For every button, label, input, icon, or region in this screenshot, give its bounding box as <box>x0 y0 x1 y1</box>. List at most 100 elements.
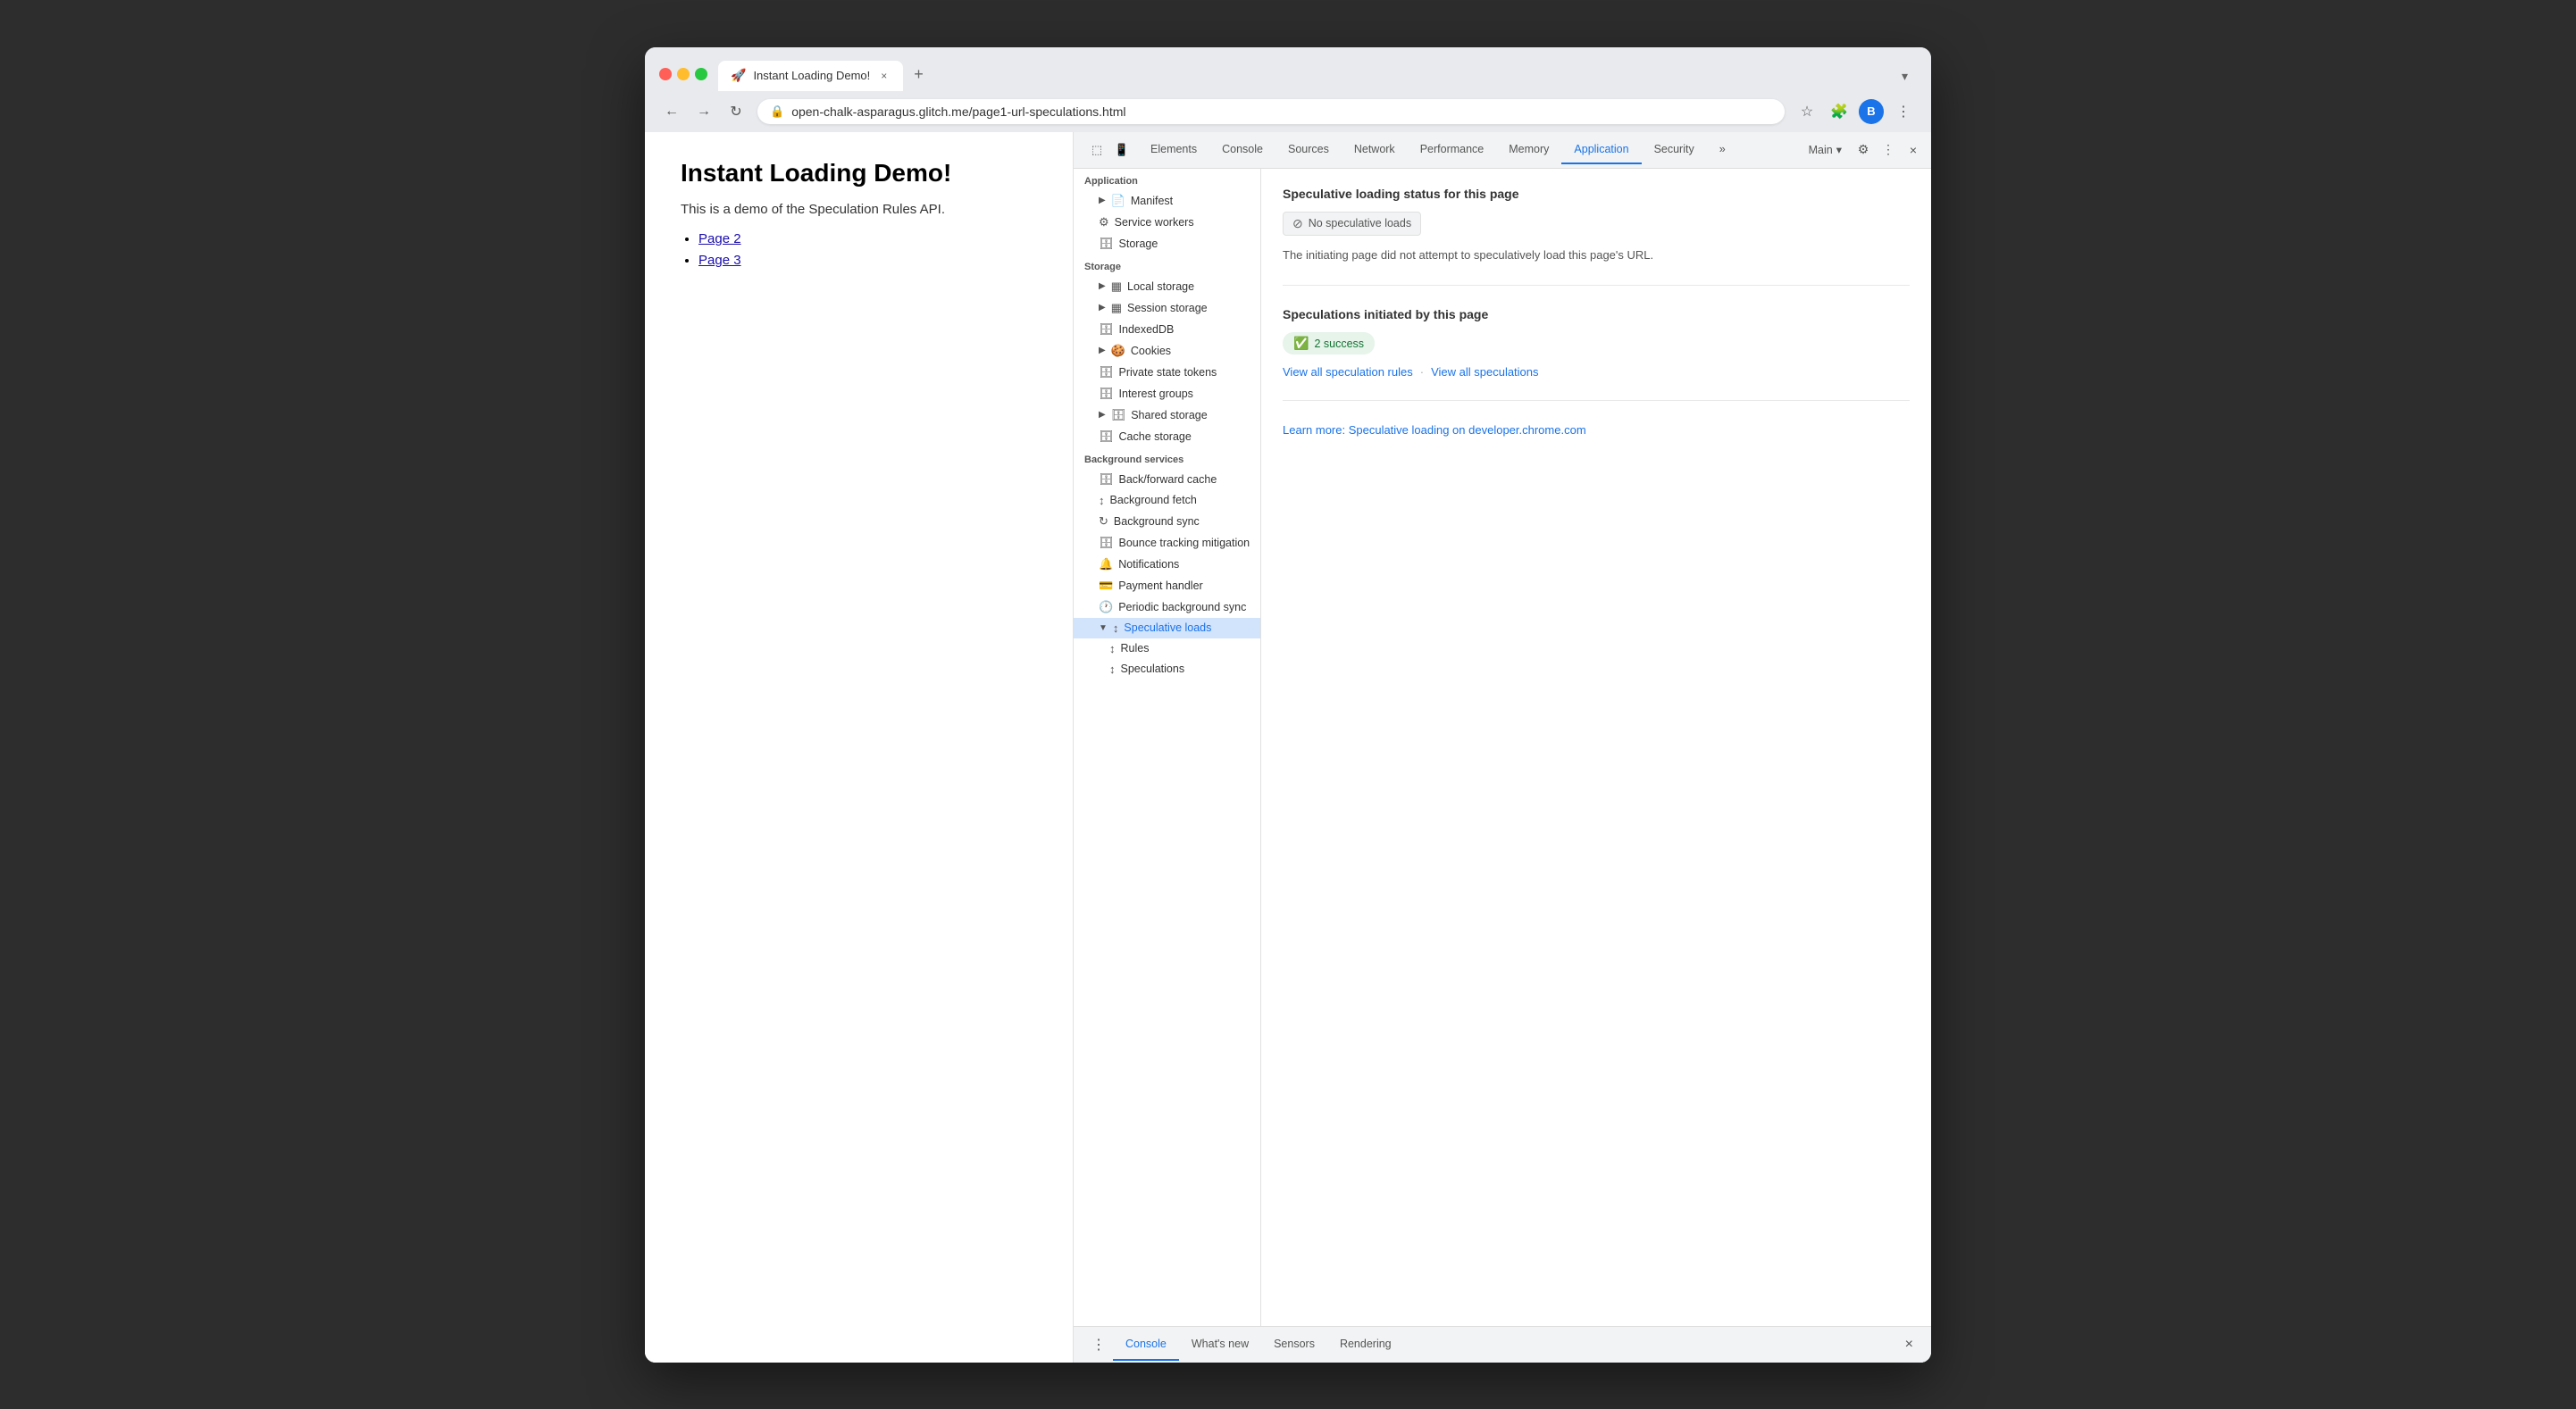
view-all-speculations-link[interactable]: View all speculations <box>1431 365 1538 379</box>
tab-security[interactable]: Security <box>1642 136 1707 164</box>
expand-icon: ▶ <box>1099 410 1106 420</box>
sidebar-section-background: Background services <box>1074 447 1260 469</box>
extensions-icon[interactable]: 🧩 <box>1826 98 1853 125</box>
tab-network[interactable]: Network <box>1342 136 1408 164</box>
page2-link[interactable]: Page 2 <box>698 231 741 246</box>
lock-icon: 🔒 <box>770 104 784 119</box>
shared-storage-icon: 🗄 <box>1111 408 1126 422</box>
settings-icon[interactable]: ⚙ <box>1853 139 1874 161</box>
new-tab-button[interactable]: + <box>905 58 933 91</box>
list-item: Page 3 <box>698 253 1037 269</box>
local-storage-icon: ▦ <box>1111 279 1122 294</box>
tab-title: Instant Loading Demo! <box>753 69 870 82</box>
page3-link[interactable]: Page 3 <box>698 253 741 268</box>
storage-icon: 🗄 <box>1099 237 1114 251</box>
sidebar-item-cookies[interactable]: ▶ 🍪 Cookies <box>1074 340 1260 362</box>
webpage-links-list: Page 2 Page 3 <box>681 231 1037 269</box>
sidebar-item-back-forward-cache[interactable]: 🗄 Back/forward cache <box>1074 469 1260 490</box>
traffic-light-green[interactable] <box>695 68 707 80</box>
sidebar-item-label: Cache storage <box>1119 430 1192 443</box>
toolbar-icons: ☆ 🧩 B ⋮ <box>1794 98 1917 125</box>
bottom-tab-whats-new[interactable]: What's new <box>1179 1329 1261 1361</box>
sidebar-item-speculative-loads[interactable]: ▼ ↕ Speculative loads <box>1074 618 1260 638</box>
traffic-light-red[interactable] <box>659 68 672 80</box>
back-button[interactable]: ← <box>659 99 684 124</box>
sidebar-item-label: Background fetch <box>1110 494 1197 506</box>
sidebar-item-interest-groups[interactable]: 🗄 Interest groups <box>1074 383 1260 404</box>
devtools-tabs-end: Main ▾ ⚙ ⋮ × <box>1802 139 1924 161</box>
inspect-element-icon[interactable]: ⬚ <box>1086 139 1108 161</box>
title-bar: 🚀 Instant Loading Demo! × + ▾ <box>645 47 1931 91</box>
speculations-icon: ↕ <box>1109 663 1116 676</box>
devtools-tab-icons: ⬚ 📱 <box>1081 132 1138 168</box>
sidebar-item-label: Speculations <box>1121 663 1185 675</box>
tab-performance[interactable]: Performance <box>1408 136 1497 164</box>
sidebar-item-shared-storage[interactable]: ▶ 🗄 Shared storage <box>1074 404 1260 426</box>
bookmark-icon[interactable]: ☆ <box>1794 98 1820 125</box>
list-item: Page 2 <box>698 231 1037 247</box>
sidebar-item-periodic-background-sync[interactable]: 🕐 Periodic background sync <box>1074 596 1260 618</box>
session-storage-icon: ▦ <box>1111 301 1122 315</box>
close-devtools-button[interactable]: × <box>1903 139 1924 161</box>
bottom-bar: ⋮ Console What's new Sensors Rendering × <box>1074 1326 1931 1363</box>
notifications-icon: 🔔 <box>1099 557 1113 571</box>
tab-elements[interactable]: Elements <box>1138 136 1209 164</box>
tab-dropdown-button[interactable]: ▾ <box>1893 62 1917 91</box>
sidebar-item-private-state-tokens[interactable]: 🗄 Private state tokens <box>1074 362 1260 383</box>
tab-favicon-icon: 🚀 <box>731 68 746 83</box>
close-bottom-bar-button[interactable]: × <box>1898 1330 1920 1360</box>
sidebar-item-label: Shared storage <box>1131 409 1207 421</box>
sidebar-item-storage[interactable]: 🗄 Storage <box>1074 233 1260 254</box>
main-context-selector[interactable]: Main ▾ <box>1802 139 1849 160</box>
sidebar-item-label: Bounce tracking mitigation <box>1119 537 1250 549</box>
expand-icon: ▶ <box>1099 281 1106 291</box>
sidebar-item-label: Interest groups <box>1119 388 1193 400</box>
dot-separator: · <box>1420 365 1424 379</box>
device-toolbar-icon[interactable]: 📱 <box>1111 139 1133 161</box>
sidebar-item-local-storage[interactable]: ▶ ▦ Local storage <box>1074 276 1260 297</box>
forward-button[interactable]: → <box>691 99 716 124</box>
sidebar-item-bounce-tracking[interactable]: 🗄 Bounce tracking mitigation <box>1074 532 1260 554</box>
url-bar[interactable]: 🔒 open-chalk-asparagus.glitch.me/page1-u… <box>757 99 1785 124</box>
tab-application[interactable]: Application <box>1561 136 1641 164</box>
sidebar-item-session-storage[interactable]: ▶ ▦ Session storage <box>1074 297 1260 319</box>
sidebar-item-cache-storage[interactable]: 🗄 Cache storage <box>1074 426 1260 447</box>
sidebar-item-background-fetch[interactable]: ↕ Background fetch <box>1074 490 1260 511</box>
refresh-button[interactable]: ↻ <box>723 99 749 124</box>
background-sync-icon: ↻ <box>1099 514 1108 529</box>
more-options-icon[interactable]: ⋮ <box>1878 139 1899 161</box>
rules-icon: ↕ <box>1109 642 1116 655</box>
url-text: open-chalk-asparagus.glitch.me/page1-url… <box>791 104 1125 119</box>
sidebar-item-label: Rules <box>1121 642 1150 654</box>
speculation-links-row: View all speculation rules · View all sp… <box>1283 365 1910 379</box>
profile-icon[interactable]: B <box>1858 98 1885 125</box>
learn-more-link[interactable]: Learn more: Speculative loading on devel… <box>1283 423 1586 437</box>
sidebar-item-manifest[interactable]: ▶ 📄 Manifest <box>1074 190 1260 212</box>
sidebar-item-notifications[interactable]: 🔔 Notifications <box>1074 554 1260 575</box>
payment-handler-icon: 💳 <box>1099 579 1113 593</box>
sidebar-item-indexeddb[interactable]: 🗄 IndexedDB <box>1074 319 1260 340</box>
sidebar-item-label: Local storage <box>1127 280 1194 293</box>
sidebar-item-label: Cookies <box>1131 345 1171 357</box>
tab-memory[interactable]: Memory <box>1496 136 1561 164</box>
sidebar-item-background-sync[interactable]: ↻ Background sync <box>1074 511 1260 532</box>
tab-console[interactable]: Console <box>1209 136 1275 164</box>
sidebar-item-rules[interactable]: ↕ Rules <box>1074 638 1260 659</box>
bottom-tab-rendering[interactable]: Rendering <box>1327 1329 1404 1361</box>
tab-more[interactable]: » <box>1707 136 1738 164</box>
sidebar-item-label: Storage <box>1119 238 1158 250</box>
bottom-tab-console[interactable]: Console <box>1113 1329 1179 1361</box>
bottom-tab-sensors[interactable]: Sensors <box>1261 1329 1327 1361</box>
loading-status-section: Speculative loading status for this page… <box>1283 187 1910 287</box>
browser-menu-icon[interactable]: ⋮ <box>1890 98 1917 125</box>
tab-sources[interactable]: Sources <box>1275 136 1342 164</box>
bottom-menu-icon[interactable]: ⋮ <box>1084 1327 1113 1363</box>
sidebar-item-service-workers[interactable]: ⚙ Service workers <box>1074 212 1260 233</box>
sidebar-item-speculations[interactable]: ↕ Speculations <box>1074 659 1260 679</box>
view-all-speculation-rules-link[interactable]: View all speculation rules <box>1283 365 1413 379</box>
sidebar-item-payment-handler[interactable]: 💳 Payment handler <box>1074 575 1260 596</box>
tab-close-button[interactable]: × <box>877 68 891 84</box>
browser-tab-active[interactable]: 🚀 Instant Loading Demo! × <box>718 61 903 91</box>
traffic-light-yellow[interactable] <box>677 68 690 80</box>
no-loads-text: No speculative loads <box>1309 217 1411 229</box>
